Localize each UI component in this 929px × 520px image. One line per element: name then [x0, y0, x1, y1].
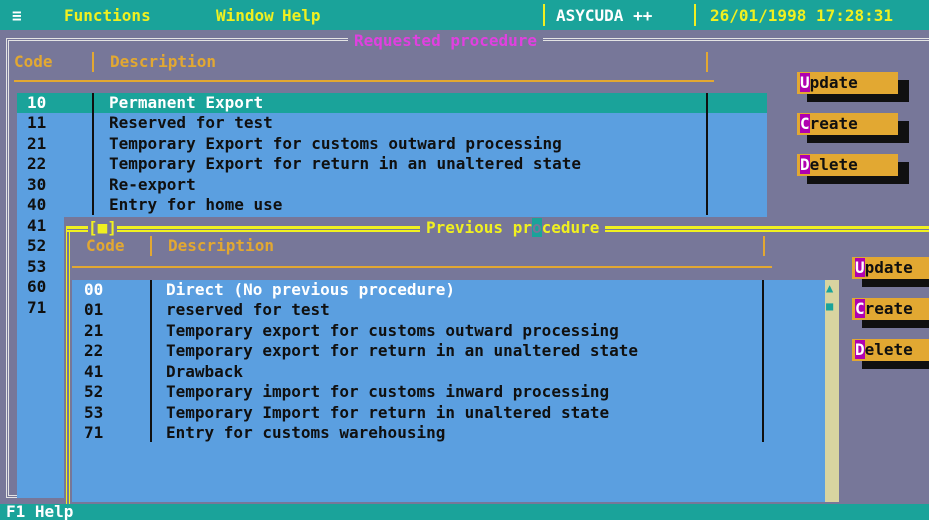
- list-item[interactable]: 22 Temporary Export for return in an unal…: [17, 154, 767, 174]
- column-separator: [92, 93, 94, 215]
- f1-help-hint[interactable]: F1 Help: [6, 502, 73, 520]
- scroll-thumb[interactable]: ■: [826, 296, 833, 316]
- previous-procedure-title: Previous procedure: [420, 218, 606, 238]
- list-item[interactable]: 00 Direct (No previous procedure): [72, 280, 772, 300]
- header-separator: [150, 236, 152, 256]
- list-item[interactable]: 41 Drawback: [72, 362, 772, 382]
- previous-procedure-list[interactable]: 00 Direct (No previous procedure) 01 reser…: [72, 280, 825, 502]
- delete-button[interactable]: Delete: [797, 154, 898, 176]
- list-item[interactable]: 52 Temporary import for customs inward pr…: [72, 382, 772, 402]
- update-button[interactable]: Update: [797, 72, 898, 94]
- create-button-2[interactable]: Create: [852, 298, 929, 320]
- column-header-code: Code: [86, 236, 125, 255]
- system-menu-icon[interactable]: ≡: [12, 6, 22, 25]
- text-cursor: o: [531, 218, 542, 237]
- column-separator: [762, 280, 764, 442]
- column-header-description: Description: [110, 52, 216, 71]
- menu-window[interactable]: Window: [216, 6, 274, 25]
- list-item[interactable]: 10 Permanent Export: [17, 93, 767, 113]
- list-item[interactable]: 40 Entry for home use: [17, 195, 767, 215]
- menu-functions[interactable]: Functions: [64, 6, 151, 25]
- status-bar: F1 Help: [0, 502, 929, 520]
- header-underline: [72, 266, 772, 268]
- column-header-description: Description: [168, 236, 274, 255]
- requested-procedure-title: Requested procedure: [348, 31, 544, 51]
- clock-datetime: 26/01/1998 17:28:31: [710, 6, 894, 25]
- list-item[interactable]: 53 Temporary Import for return in unalter…: [72, 403, 772, 423]
- column-header-code: Code: [14, 52, 53, 71]
- app-name: ASYCUDA ++: [556, 6, 653, 25]
- delete-button-2[interactable]: Delete: [852, 339, 929, 361]
- list-item[interactable]: 71 Entry for customs warehousing: [72, 423, 772, 443]
- list-item[interactable]: 21 Temporary Export for customs outward p…: [17, 134, 767, 154]
- menubar-divider: [543, 4, 545, 26]
- create-button[interactable]: Create: [797, 113, 898, 135]
- menu-bar: ≡ Functions Window Help ASYCUDA ++ 26/01…: [0, 0, 929, 30]
- update-button-2[interactable]: Update: [852, 257, 929, 279]
- menubar-divider: [694, 4, 696, 26]
- list-item[interactable]: 22 Temporary export for return in an unal…: [72, 341, 772, 361]
- scroll-up-arrow-icon[interactable]: ▲: [826, 278, 833, 298]
- list-item[interactable]: 11 Reserved for test: [17, 113, 767, 133]
- menu-help[interactable]: Help: [282, 6, 321, 25]
- header-right-edge: [706, 52, 708, 72]
- window-close-button[interactable]: [■]: [88, 218, 117, 238]
- column-separator: [706, 93, 708, 215]
- header-right-edge: [763, 236, 765, 256]
- desktop: ≡ Functions Window Help ASYCUDA ++ 26/01…: [0, 0, 929, 520]
- list-item[interactable]: 21 Temporary export for customs outward p…: [72, 321, 772, 341]
- header-underline: [14, 80, 714, 82]
- header-separator: [92, 52, 94, 72]
- list-item[interactable]: 30 Re-export: [17, 175, 767, 195]
- column-separator: [150, 280, 152, 442]
- list-item[interactable]: 01 reserved for test: [72, 300, 772, 320]
- vertical-scrollbar[interactable]: ▲ ■: [825, 280, 839, 502]
